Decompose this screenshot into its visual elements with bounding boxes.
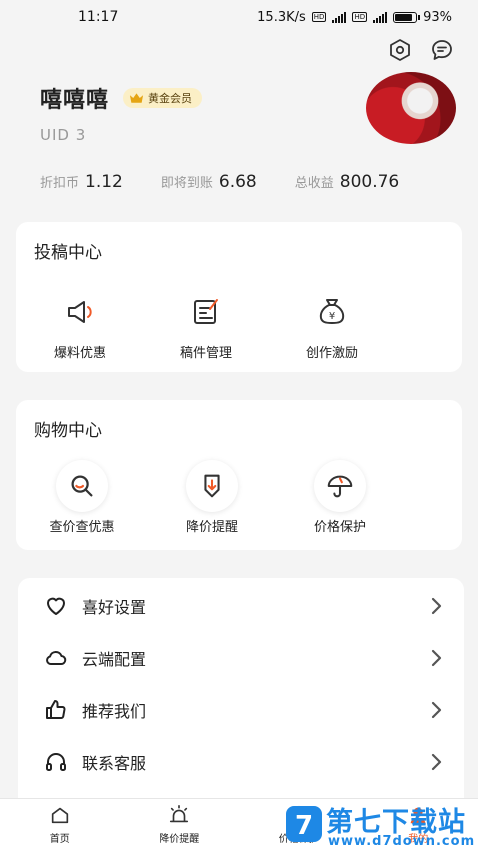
status-time: 11:17 [78,9,119,25]
shield-icon [291,805,306,825]
bottom-nav: 首页 降价提醒 价格保护 我的 [0,798,478,850]
user-icon [410,807,426,824]
grid-item-deals[interactable]: 爆料优惠 [20,286,140,361]
nav-price-protect[interactable]: 价格保护 [239,799,359,850]
shopping-center-card: 购物中心 查价查优惠 降价提醒 价格保护 [16,400,462,550]
hd-icon: HD [311,12,327,22]
thumbs-up-icon [46,700,66,720]
chevron-right-icon [431,753,442,771]
crown-icon [129,93,144,103]
status-indicators: 15.3K/s HD HD 93% [257,10,452,25]
settings-hexagon-icon[interactable] [388,38,412,62]
home-icon [51,807,68,824]
nav-home[interactable]: 首页 [0,799,120,850]
message-bubble-icon[interactable] [430,38,454,62]
stats-row: 折扣币 1.12 即将到账 6.68 总收益 800.76 [40,172,399,192]
nav-price-drop[interactable]: 降价提醒 [120,799,240,850]
grid-item-price-check[interactable]: 查价查优惠 [22,460,142,535]
search-price-icon [56,460,108,512]
battery-icon [393,11,421,23]
battery-level: 93% [423,9,452,25]
cloud-icon [46,650,67,665]
chevron-right-icon [431,597,442,615]
alarm-icon [170,805,189,823]
username: 嘻嘻嘻 [40,88,110,113]
submission-center-title: 投稿中心 [34,243,102,263]
edit-document-icon [180,286,232,338]
avatar[interactable] [366,72,456,144]
menu-item-customer-service[interactable]: 联系客服 [18,736,464,788]
grid-item-price-drop[interactable]: 降价提醒 [152,460,272,535]
megaphone-icon [54,286,106,338]
user-id: UID 3 [40,126,87,144]
settings-list-card: 喜好设置 云端配置 推荐我们 联系客服 [18,578,464,808]
nav-mine[interactable]: 我的 [359,799,478,850]
submission-center-card: 投稿中心 爆料优惠 稿件管理 ¥ 创作激励 [16,222,462,372]
menu-item-recommend[interactable]: 推荐我们 [18,684,464,736]
stat-pending[interactable]: 即将到账 6.68 [161,172,257,192]
heart-icon [47,597,65,615]
headset-icon [46,753,66,771]
header-actions [388,38,454,62]
status-bar: 11:17 15.3K/s HD HD 93% [0,0,478,34]
menu-item-preferences[interactable]: 喜好设置 [18,580,464,632]
chevron-right-icon [431,701,442,719]
umbrella-icon [314,460,366,512]
money-bag-icon: ¥ [306,286,358,338]
grid-item-manuscripts[interactable]: 稿件管理 [146,286,266,361]
signal-icon [332,11,347,23]
stat-total-income[interactable]: 总收益 800.76 [295,172,400,192]
svg-text:¥: ¥ [329,311,335,322]
net-speed: 15.3K/s [257,9,306,25]
vip-badge[interactable]: 黄金会员 [123,88,203,108]
grid-item-incentive[interactable]: ¥ 创作激励 [272,286,392,361]
signal-icon-2 [373,11,388,23]
profile-section: 嘻嘻嘻 黄金会员 UID 3 [40,82,203,144]
price-drop-icon [186,460,238,512]
hd-icon-2: HD [352,12,368,22]
stat-discount-coin[interactable]: 折扣币 1.12 [40,172,123,192]
shopping-center-title: 购物中心 [34,421,102,441]
grid-item-price-protect[interactable]: 价格保护 [280,460,400,535]
chevron-right-icon [431,649,442,667]
vip-label: 黄金会员 [148,92,193,105]
menu-item-cloud-config[interactable]: 云端配置 [18,632,464,684]
